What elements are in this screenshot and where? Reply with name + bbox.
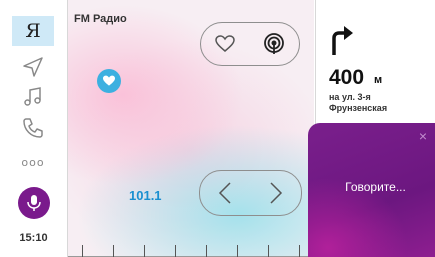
- scale-tick: [268, 245, 269, 257]
- clock: 15:10: [19, 232, 48, 244]
- street-line-1: на ул. 3-я: [329, 92, 371, 102]
- more-icon: ooo: [21, 155, 45, 169]
- microphone-button[interactable]: [18, 187, 50, 219]
- radio-title: FM Радио: [74, 13, 127, 25]
- close-icon[interactable]: ×: [419, 128, 427, 144]
- navigation-button[interactable]: [12, 52, 54, 82]
- yandex-button[interactable]: Я: [12, 16, 54, 46]
- distance-unit: м: [374, 74, 383, 86]
- scale-tick: [299, 245, 300, 257]
- voice-assistant-popup: × Говорите...: [308, 123, 435, 257]
- yandex-label: Я: [25, 20, 41, 42]
- street-name: на ул. 3-я Фрунзенская: [329, 92, 429, 114]
- scale-tick: [144, 245, 145, 257]
- phone-icon: [23, 118, 43, 138]
- voice-prompt: Говорите...: [345, 180, 406, 194]
- more-button[interactable]: ooo: [12, 152, 54, 172]
- favorite-badge: [97, 69, 121, 93]
- scale-tick: [237, 245, 238, 257]
- frequency-label: 101.1: [129, 188, 162, 203]
- distance-value: 400: [329, 66, 365, 89]
- station-switcher: [199, 170, 302, 216]
- scale-tick: [82, 245, 83, 257]
- microphone-icon: [27, 195, 41, 211]
- music-icon: [24, 87, 41, 106]
- chevron-right-icon[interactable]: [269, 181, 283, 205]
- street-line-2: Фрунзенская: [329, 103, 388, 113]
- scale-tick: [113, 245, 114, 257]
- navigation-icon: [23, 57, 43, 77]
- chevron-left-icon[interactable]: [218, 181, 232, 205]
- broadcast-icon[interactable]: [263, 33, 285, 55]
- turn-right-arrow-icon: [332, 26, 353, 55]
- heart-icon[interactable]: [215, 35, 235, 53]
- phone-button[interactable]: [12, 113, 54, 143]
- scale-tick: [206, 245, 207, 257]
- radio-panel: FM Радио 101.1: [68, 0, 314, 257]
- sidebar: Я ooo 15:10: [0, 0, 68, 257]
- scale-tick: [175, 245, 176, 257]
- heart-icon: [103, 75, 115, 86]
- music-button[interactable]: [12, 82, 54, 112]
- radio-actions: [200, 22, 300, 66]
